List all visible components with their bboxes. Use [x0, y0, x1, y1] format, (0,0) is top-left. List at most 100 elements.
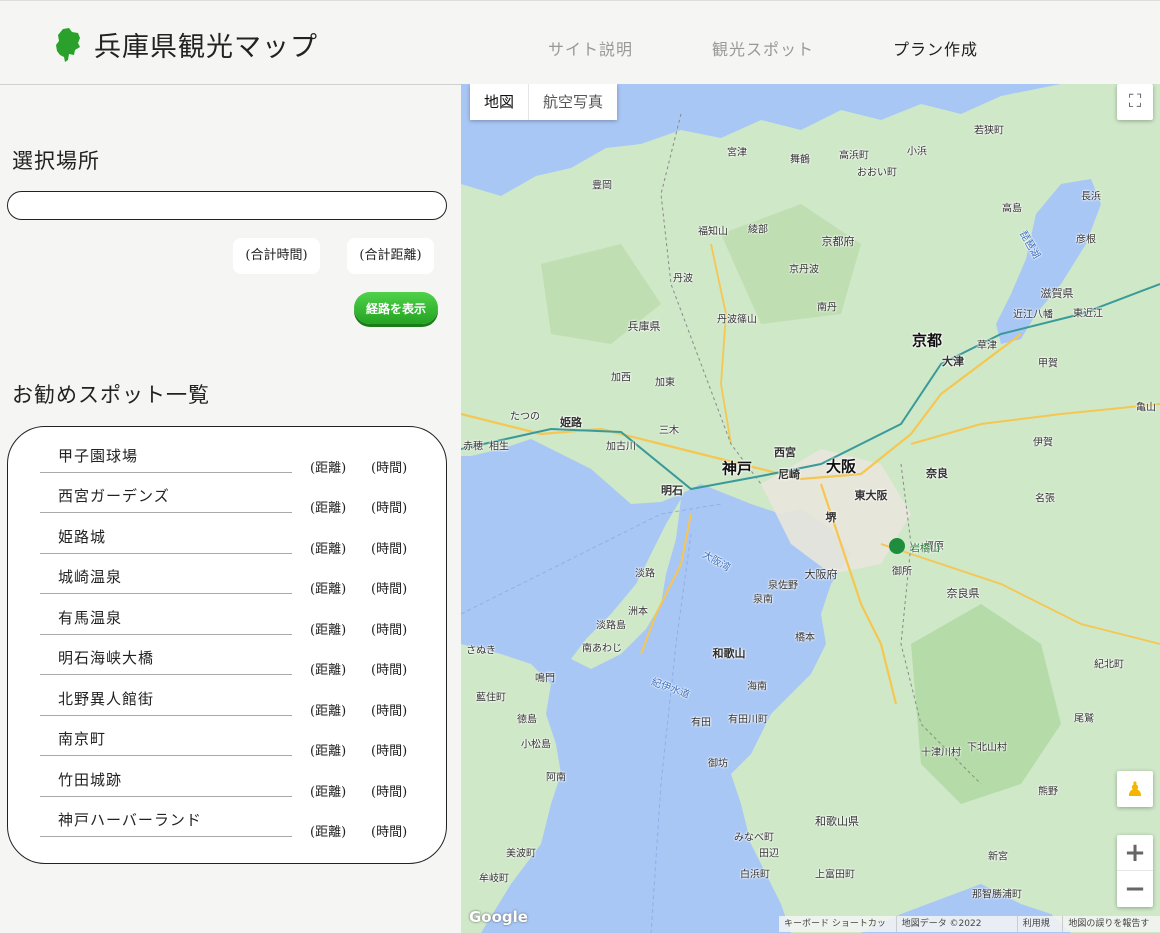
spot-name[interactable]: 甲子園球場 [58, 445, 138, 466]
map-label: 丹波 [673, 273, 693, 285]
map-label: 草津 [977, 340, 997, 352]
left-panel: 選択場所 (合計時間) (合計距離) 経路を表示 お勧めスポット一覧 甲子園球場… [0, 85, 461, 933]
map-label: 奈良 [926, 467, 948, 480]
map-label: 加東 [655, 377, 675, 389]
show-route-button[interactable]: 経路を表示 [354, 292, 438, 324]
map-label: 美波町 [506, 848, 536, 860]
list-item[interactable]: 竹田城跡 (距離) (時間) [8, 769, 448, 809]
minus-icon[interactable]: − [1117, 871, 1153, 907]
list-item[interactable]: 城崎温泉 (距離) (時間) [8, 566, 448, 606]
map-label: 兵庫県 [627, 320, 661, 333]
spot-distance: (距離) [310, 623, 347, 638]
terms-link[interactable]: 利用規約 [1016, 916, 1063, 932]
map-label: 加西 [611, 372, 631, 384]
map-label: 御坊 [708, 758, 728, 770]
map-label: 相生 [489, 441, 509, 453]
spot-name[interactable]: 西宮ガーデンズ [58, 485, 170, 506]
map-label: 南丹 [817, 302, 837, 314]
map-label: 綾部 [748, 224, 768, 236]
map-label: 鳴門 [535, 673, 555, 685]
nav-tourist-spots[interactable]: 観光スポット [712, 36, 814, 60]
map-label: 田辺 [759, 848, 779, 860]
map-label: みなべ町 [734, 832, 774, 844]
map-label: 淡路 [635, 568, 655, 580]
spot-name[interactable]: 神戸ハーバーランド [58, 809, 202, 830]
map-label: 藍住町 [476, 692, 506, 704]
map-label: 橋本 [795, 632, 815, 644]
total-distance-label: (合計距離) [347, 238, 434, 274]
spot-name[interactable]: 竹田城跡 [58, 769, 122, 790]
spot-distance: (距離) [310, 704, 347, 719]
map-label: 洲本 [628, 606, 648, 618]
list-item[interactable]: 姫路城 (距離) (時間) [8, 526, 448, 566]
map-label: 小浜 [907, 146, 927, 158]
map-label: 京都 [911, 331, 943, 350]
map-label: 豊岡 [592, 180, 612, 192]
map-label: 高浜町 [839, 150, 869, 162]
map-label: 白浜町 [740, 869, 770, 881]
hyogo-map-icon [56, 28, 80, 62]
selected-places-input[interactable] [7, 191, 447, 220]
report-error-link[interactable]: 地図の誤りを報告する [1062, 916, 1160, 932]
spot-distance: (距離) [310, 825, 347, 840]
fullscreen-icon[interactable]: ⛶ [1117, 84, 1153, 120]
list-item[interactable]: 明石海峡大橋 (距離) (時間) [8, 647, 448, 687]
map-label: 彦根 [1076, 234, 1096, 246]
list-item[interactable]: 甲子園球場 (距離) (時間) [8, 445, 448, 485]
list-item[interactable]: 神戸ハーバーランド (距離) (時間) [8, 809, 448, 849]
google-map[interactable]: 大阪 神戸 京都 姫路 西宮 尼崎 東大阪 堺 大津 明石 奈良 和歌山 兵庫県… [461, 84, 1160, 933]
map-label: 大阪 [825, 457, 857, 476]
map-label: 福知山 [698, 226, 728, 238]
google-logo: Google [469, 908, 528, 926]
site-header: 兵庫県観光マップ サイト説明 観光スポット プラン作成 [0, 0, 1160, 85]
map-label: 有田川町 [728, 714, 768, 726]
map-label: 長浜 [1081, 191, 1101, 203]
spot-distance: (距離) [310, 501, 347, 516]
spot-distance: (距離) [310, 663, 347, 678]
total-time-label: (合計時間) [233, 238, 320, 274]
spot-name[interactable]: 城崎温泉 [58, 566, 122, 587]
list-item[interactable]: 北野異人館街 (距離) (時間) [8, 688, 448, 728]
spot-name[interactable]: 姫路城 [58, 526, 106, 547]
map-label: 大津 [942, 355, 964, 368]
map-label: 淡路島 [596, 620, 626, 632]
pegman-icon[interactable]: ♟ [1117, 771, 1153, 807]
list-item[interactable]: 南京町 (距離) (時間) [8, 728, 448, 768]
map-label: 泉佐野 [768, 580, 798, 592]
list-item[interactable]: 有馬温泉 (距離) (時間) [8, 607, 448, 647]
map-label: おおい町 [857, 167, 897, 179]
keyboard-shortcuts-link[interactable]: キーボード ショートカット [779, 916, 896, 932]
map-attribution: キーボード ショートカット 地図データ ©2022 Google 利用規約 地図… [779, 916, 1160, 932]
map-label: 海南 [747, 681, 767, 693]
map-label: 尾鷲 [1074, 713, 1094, 725]
spot-time: (時間) [371, 461, 408, 476]
spot-time: (時間) [371, 501, 408, 516]
site-title[interactable]: 兵庫県観光マップ [94, 25, 318, 64]
map-type-map-button[interactable]: 地図 [470, 84, 528, 120]
divider [40, 634, 292, 635]
map-label: 宮津 [727, 147, 747, 159]
map-label: 京都府 [821, 235, 855, 248]
map-label: 赤穂 [463, 441, 483, 453]
spot-time: (時間) [371, 582, 408, 597]
map-label: 西宮 [774, 446, 796, 459]
spot-distance: (距離) [310, 542, 347, 557]
map-label: たつの [510, 411, 540, 423]
map-label: 明石 [661, 484, 683, 497]
divider [40, 796, 292, 797]
divider [40, 553, 292, 554]
spot-time: (時間) [371, 623, 408, 638]
spot-name[interactable]: 南京町 [58, 728, 106, 749]
map-label: 熊野 [1038, 786, 1058, 798]
spot-name[interactable]: 有馬温泉 [58, 607, 122, 628]
map-canvas[interactable] [461, 84, 1160, 933]
map-type-satellite-button[interactable]: 航空写真 [528, 84, 617, 120]
map-label: 加古川 [606, 441, 636, 453]
spot-name[interactable]: 北野異人館街 [58, 688, 154, 709]
map-label: 丹波篠山 [717, 314, 757, 326]
plus-icon[interactable]: + [1117, 835, 1153, 871]
nav-site-description[interactable]: サイト説明 [548, 36, 633, 60]
spot-name[interactable]: 明石海峡大橋 [58, 647, 154, 668]
list-item[interactable]: 西宮ガーデンズ (距離) (時間) [8, 485, 448, 525]
nav-plan-create[interactable]: プラン作成 [893, 36, 978, 60]
